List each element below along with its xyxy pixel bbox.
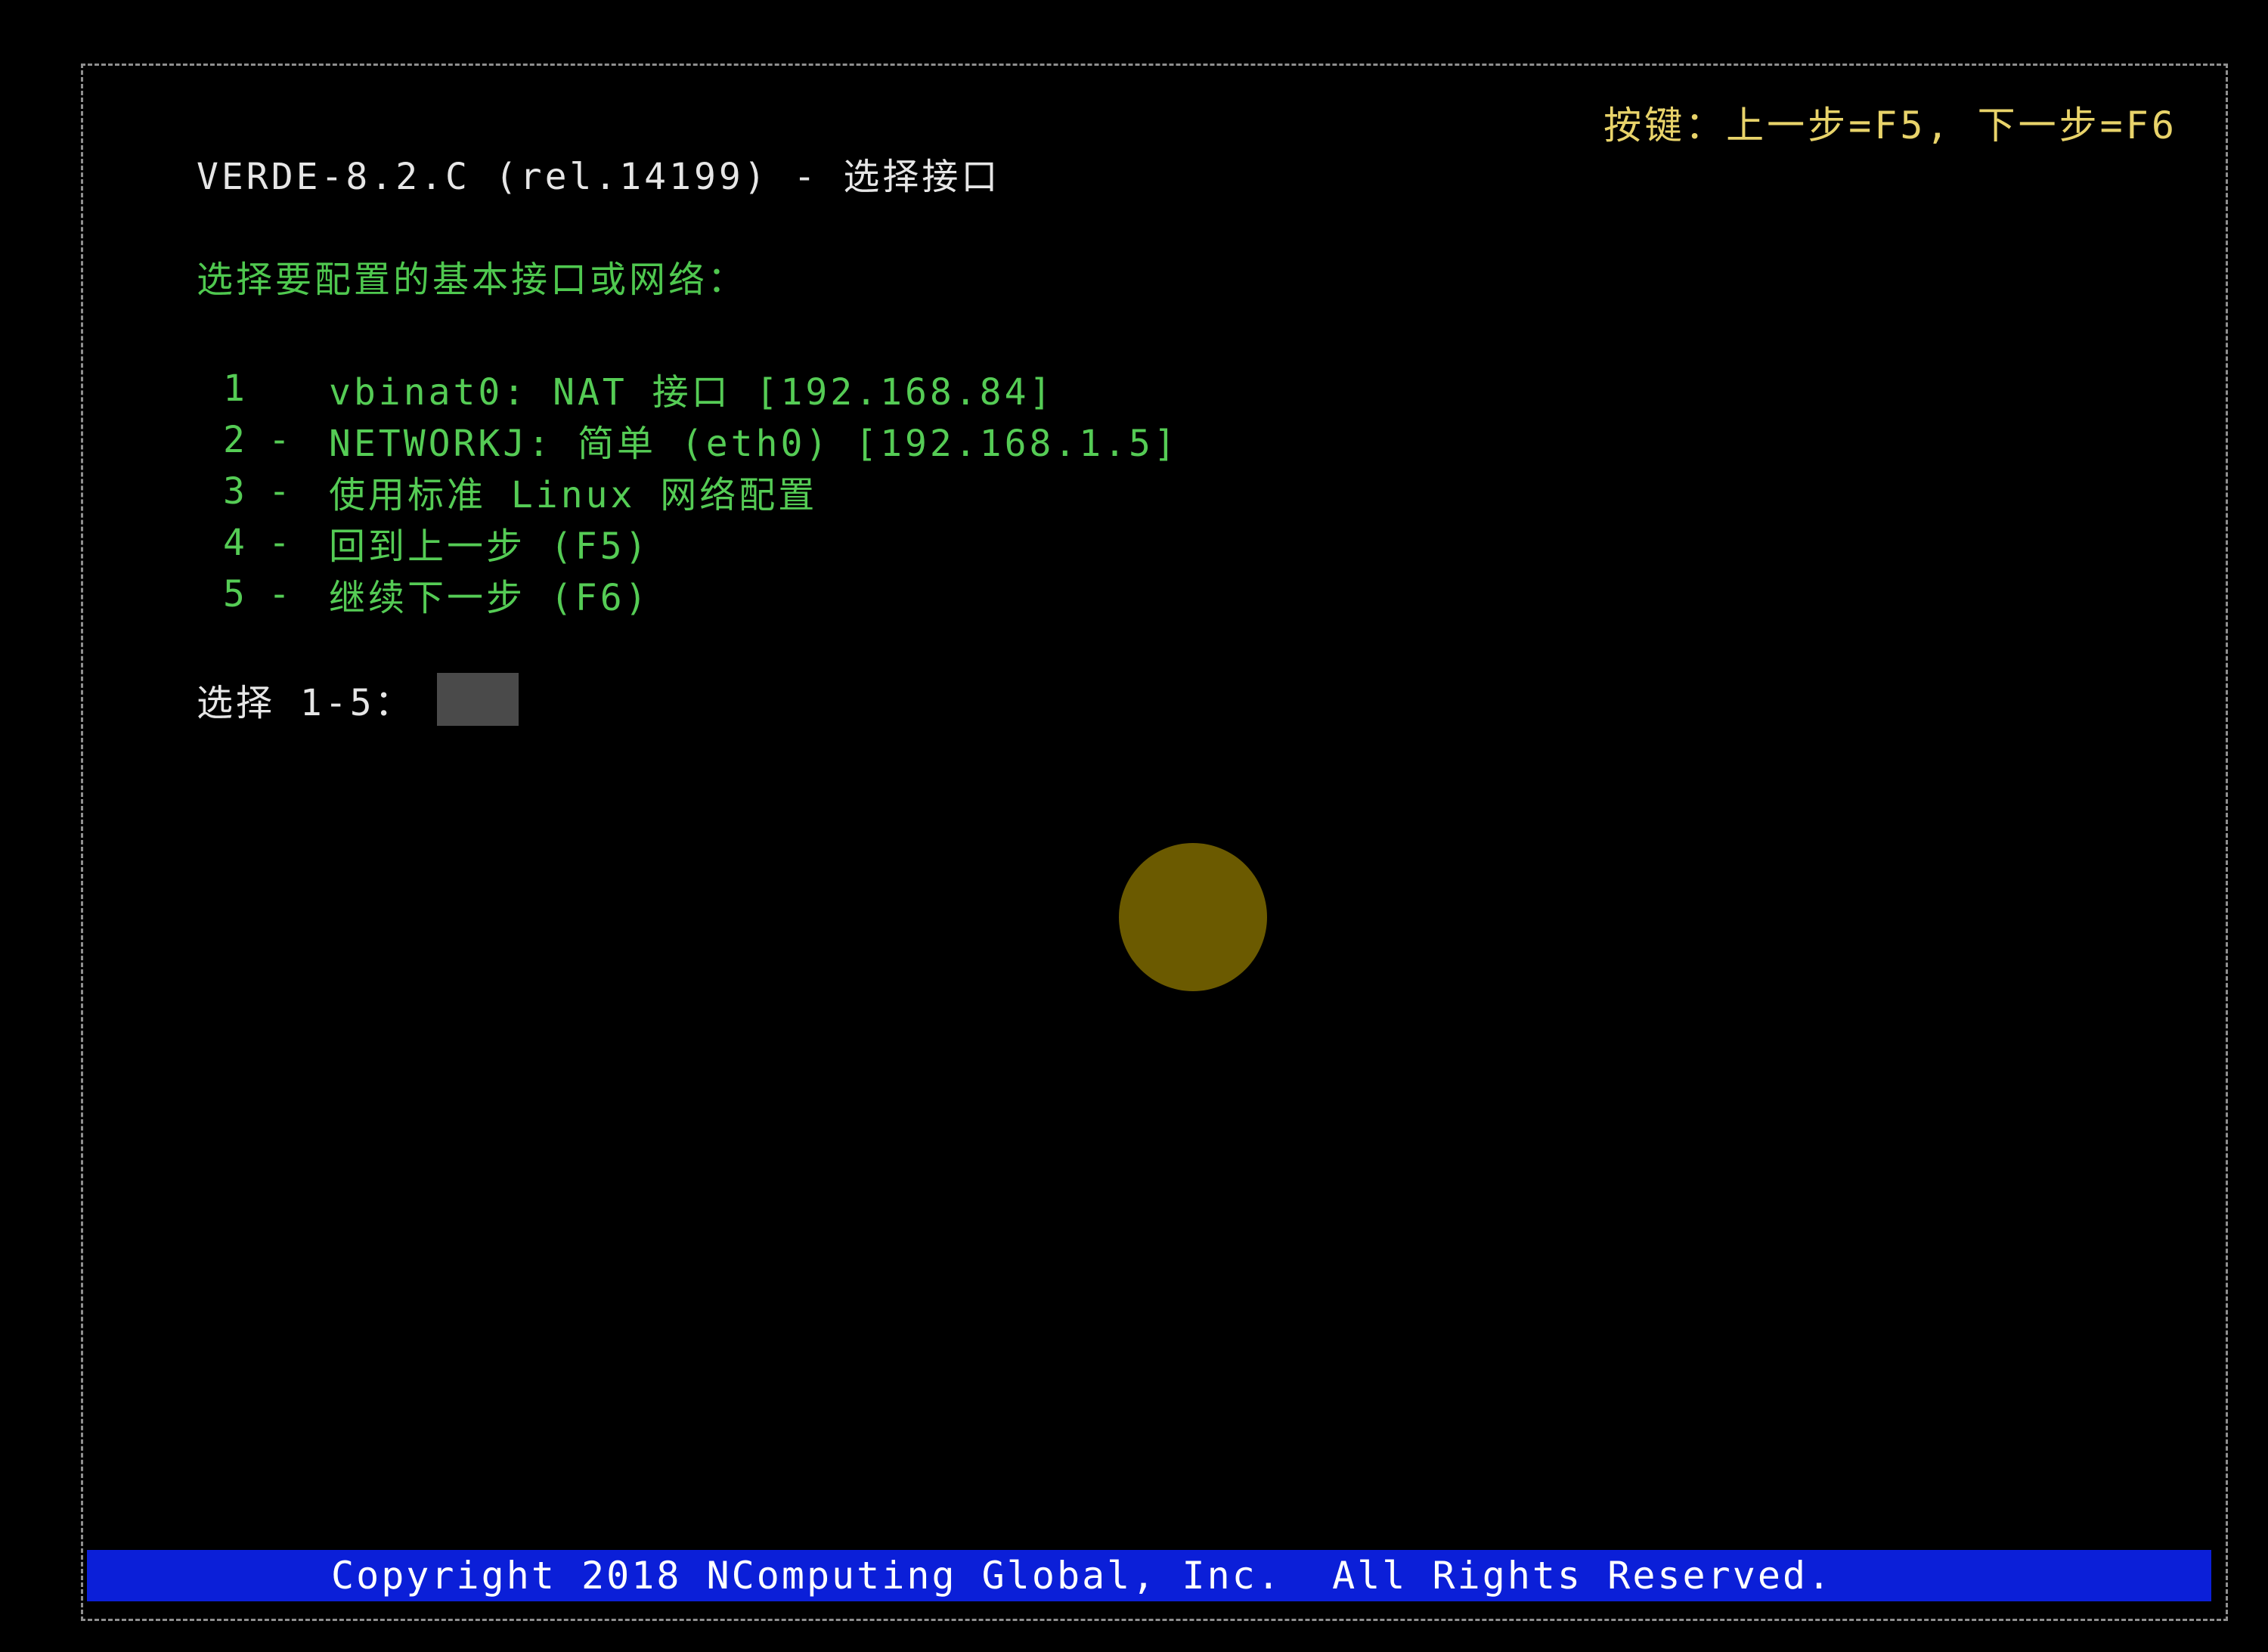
menu-item-5[interactable]: 5 - 继续下一步 (F6)	[223, 569, 1179, 620]
keys-hint: 按键：上一步=F5, 下一步=F6	[1603, 104, 2177, 147]
menu-item-separator: -	[268, 470, 293, 513]
menu-item-number: 4	[223, 522, 248, 564]
menu-item-label: 使用标准 Linux 网络配置	[329, 474, 818, 516]
window-title: VERDE-8.2.C (rel.14199) - 选择接口	[197, 156, 1001, 198]
menu-item-label: 继续下一步 (F6)	[329, 577, 650, 619]
selection-row: 选择 1-5：	[197, 673, 519, 726]
menu-item-4[interactable]: 4 - 回到上一步 (F5)	[223, 517, 1179, 569]
menu-item-number: 3	[223, 470, 248, 513]
interface-menu: 1 vbinat0: NAT 接口 [192.168.84] 2 - NETWO…	[223, 363, 1179, 620]
status-bar: Copyright 2018 NComputing Global, Inc. A…	[87, 1550, 2211, 1601]
menu-item-number: 2	[223, 419, 248, 461]
menu-item-number: 1	[223, 367, 248, 410]
menu-item-separator: -	[268, 573, 293, 615]
menu-item-1[interactable]: 1 vbinat0: NAT 接口 [192.168.84]	[223, 363, 1179, 414]
menu-item-label: NETWORKJ: 简单 (eth0) [192.168.1.5]	[329, 423, 1179, 465]
menu-item-3[interactable]: 3 - 使用标准 Linux 网络配置	[223, 466, 1179, 517]
terminal-screen: 按键：上一步=F5, 下一步=F6 VERDE-8.2.C (rel.14199…	[0, 0, 2268, 1652]
menu-item-number: 5	[223, 573, 248, 615]
menu-item-label: 回到上一步 (F5)	[329, 525, 650, 568]
menu-item-separator: -	[268, 522, 293, 564]
selection-label: 选择 1-5：	[197, 682, 414, 724]
menu-prompt: 选择要配置的基本接口或网络：	[197, 259, 748, 301]
selection-input[interactable]	[436, 673, 519, 726]
menu-item-2[interactable]: 2 - NETWORKJ: 简单 (eth0) [192.168.1.5]	[223, 414, 1179, 466]
copyright-text: Copyright 2018 NComputing Global, Inc. A…	[331, 1554, 1833, 1598]
menu-item-separator: -	[268, 419, 293, 461]
menu-item-label: vbinat0: NAT 接口 [192.168.84]	[329, 371, 1055, 414]
cursor-highlight-icon	[1119, 843, 1267, 991]
